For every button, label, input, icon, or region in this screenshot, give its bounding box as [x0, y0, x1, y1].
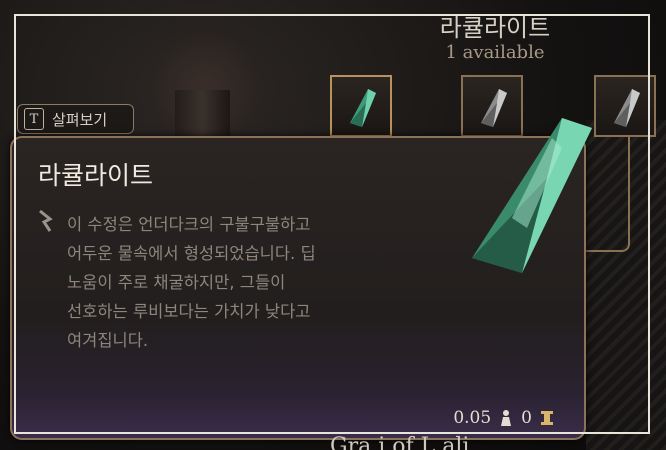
description-bullet-icon	[39, 209, 53, 232]
game-scene: 라큘라이트 1 available T 살펴보기 라큘라이트 이 수정은 언더다…	[0, 0, 666, 450]
inspect-button[interactable]: T 살펴보기	[17, 104, 134, 134]
weight-value: 0.05	[453, 408, 492, 428]
crystal-large-icon	[472, 118, 592, 273]
tooltip-description: 이 수정은 언더다크의 구불구불하고 어두운 물속에서 형성되었습니다. 딥 노…	[67, 215, 316, 350]
tooltip-footer: 0.05 0	[453, 408, 554, 428]
crystal-green-icon	[350, 89, 376, 127]
coin-icon	[541, 411, 553, 425]
item-header-title: 라큘라이트	[439, 14, 551, 42]
item-slot-1[interactable]	[330, 75, 392, 137]
item-tooltip: 라큘라이트 이 수정은 언더다크의 구불구불하고 어두운 물속에서 형성되었습니…	[10, 118, 592, 440]
key-hint: T	[24, 108, 44, 130]
inspect-label: 살펴보기	[52, 110, 108, 129]
item-available-count: 1 available	[445, 42, 545, 63]
gold-value: 0	[521, 408, 532, 428]
partial-background-text: Gra i of L ali	[330, 434, 470, 450]
weight-icon	[501, 410, 512, 426]
tooltip-title: 라큘라이트	[38, 161, 154, 190]
